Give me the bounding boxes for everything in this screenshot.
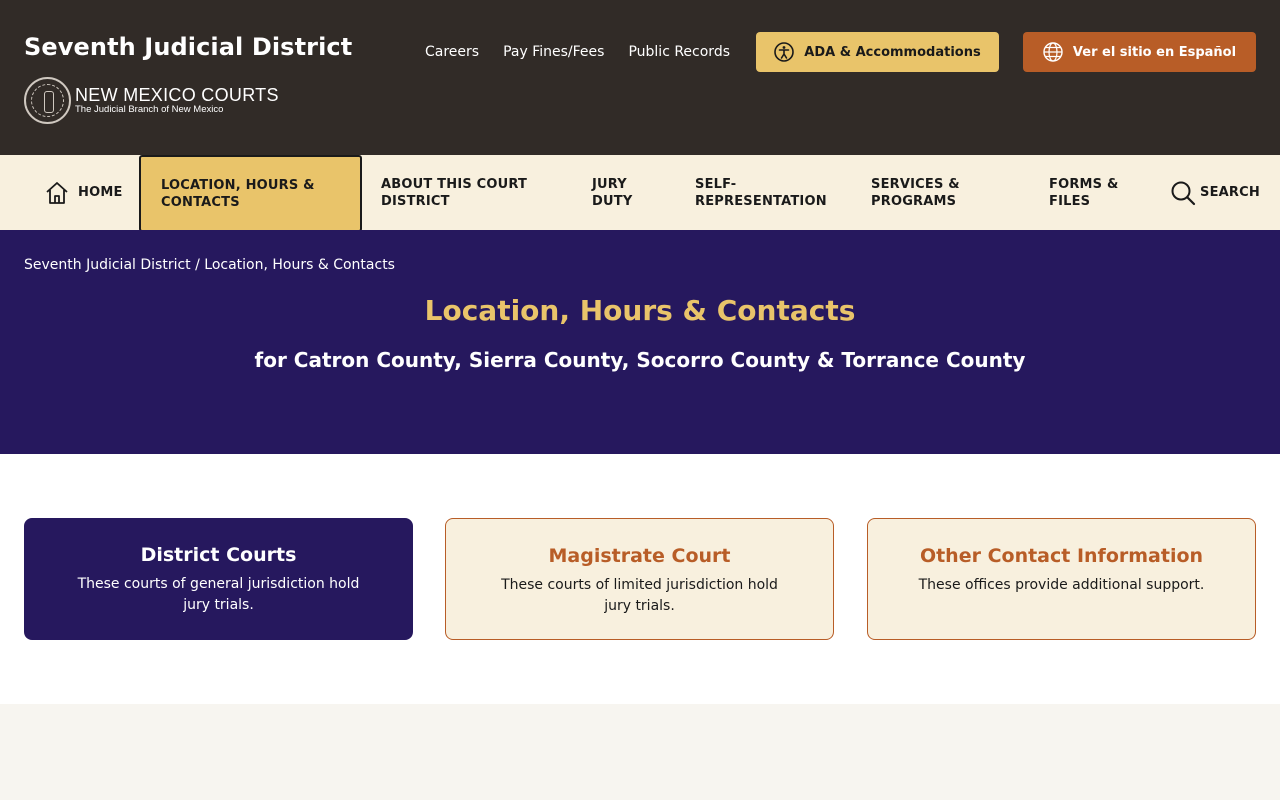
nav-jury-label: JURY DUTY [592, 176, 633, 209]
nav-services-programs[interactable]: SERVICES & PROGRAMS [871, 155, 1001, 230]
card-title: Magistrate Court [548, 545, 731, 567]
nav-location-label: LOCATION, HOURS & CONTACTS [161, 177, 315, 210]
court-cards-section: District Courts These courts of general … [0, 454, 1280, 704]
accessibility-icon [774, 42, 795, 62]
nav-self-label: SELF-REPRESENTATION [695, 176, 827, 209]
district-courts-card[interactable]: District Courts These courts of general … [24, 518, 413, 640]
nav-about-label: ABOUT THIS COURT DISTRICT [381, 176, 528, 209]
card-title: Other Contact Information [919, 545, 1204, 567]
page-title: Location, Hours & Contacts [424, 294, 856, 327]
ada-accommodations-button[interactable]: ADA & Accommodations [756, 32, 999, 72]
search-icon [1171, 181, 1196, 205]
breadcrumb[interactable]: Seventh Judicial District / Location, Ho… [24, 257, 395, 273]
utility-links: Careers Pay Fines/Fees Public Records [425, 44, 754, 60]
brand-name: NEW MEXICO COURTS [75, 85, 279, 105]
nav-home[interactable]: HOME [44, 155, 123, 230]
nav-forms-label: FORMS & FILES [1049, 176, 1119, 209]
careers-link[interactable]: Careers [425, 44, 479, 60]
nav-search[interactable]: SEARCH [1170, 155, 1260, 230]
footer-band [0, 704, 1280, 800]
main-nav: HOME LOCATION, HOURS & CONTACTS ABOUT TH… [0, 155, 1280, 232]
court-seal-logo [24, 77, 71, 124]
magistrate-court-card[interactable]: Magistrate Court These courts of limited… [445, 518, 834, 640]
nm-courts-brand[interactable]: NEW MEXICO COURTS The Judicial Branch of… [24, 77, 279, 124]
card-description: These courts of limited jurisdiction hol… [501, 577, 778, 614]
spanish-site-button[interactable]: Ver el sitio en Español [1023, 32, 1256, 72]
pay-fines-link[interactable]: Pay Fines/Fees [503, 44, 604, 60]
nav-self-representation[interactable]: SELF-REPRESENTATION [695, 155, 845, 230]
page-subtitle: for Catron County, Sierra County, Socorr… [254, 348, 1026, 372]
nav-jury-duty[interactable]: JURY DUTY [592, 155, 652, 230]
card-description: These courts of general jurisdiction hol… [77, 576, 360, 613]
page-hero: Seventh Judicial District / Location, Ho… [0, 230, 1280, 454]
nav-forms-files[interactable]: FORMS & FILES [1049, 155, 1139, 230]
nav-services-label: SERVICES & PROGRAMS [871, 176, 960, 209]
site-title[interactable]: Seventh Judicial District [24, 33, 352, 61]
card-title: District Courts [140, 544, 297, 566]
ada-button-label: ADA & Accommodations [804, 44, 981, 60]
nav-about-court-district[interactable]: ABOUT THIS COURT DISTRICT [381, 155, 551, 230]
site-header: Seventh Judicial District NEW MEXICO COU… [0, 0, 1280, 155]
brand-tagline: The Judicial Branch of New Mexico [75, 104, 224, 115]
other-contact-info-card[interactable]: Other Contact Information These offices … [867, 518, 1256, 640]
spanish-button-label: Ver el sitio en Español [1072, 44, 1237, 60]
nav-location-hours-contacts[interactable]: LOCATION, HOURS & CONTACTS [139, 155, 362, 232]
globe-icon [1043, 42, 1063, 62]
home-icon [46, 181, 68, 204]
card-description: These offices provide additional support… [918, 577, 1205, 593]
public-records-link[interactable]: Public Records [628, 44, 730, 60]
nav-home-label: HOME [78, 185, 123, 200]
nav-search-label: SEARCH [1200, 185, 1260, 200]
